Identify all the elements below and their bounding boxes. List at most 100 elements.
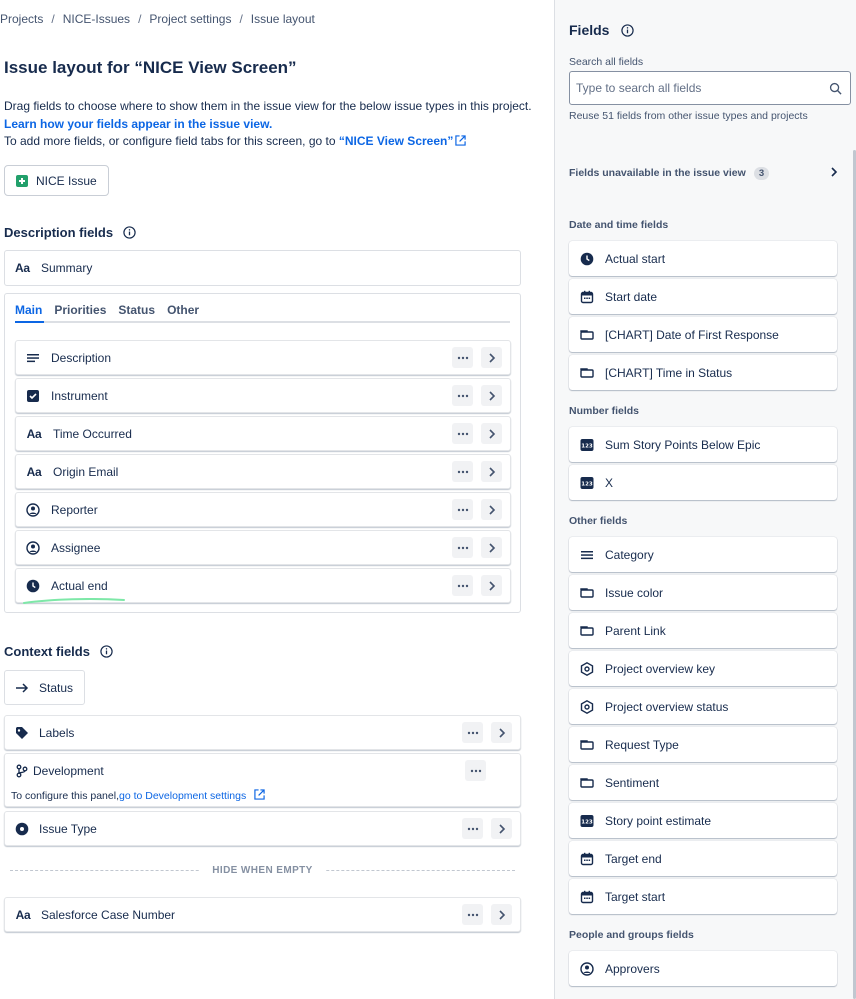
- side-field-parent-link[interactable]: Parent Link: [569, 613, 837, 648]
- more-actions-button[interactable]: [462, 722, 483, 743]
- side-field-target-end[interactable]: Target end: [569, 841, 837, 876]
- info-icon[interactable]: [100, 645, 113, 658]
- checkbox-icon: [26, 389, 40, 403]
- development-settings-link[interactable]: go to Development settings: [119, 790, 246, 802]
- more-actions-button[interactable]: [452, 347, 473, 368]
- number-icon: 123: [580, 438, 594, 452]
- field-row-label: Description: [51, 350, 112, 365]
- field-row-instrument[interactable]: Instrument: [15, 378, 511, 413]
- side-field-category[interactable]: Category: [569, 537, 837, 572]
- side-field-project-overview-key[interactable]: Project overview key: [569, 651, 837, 686]
- fields-sidebar: Fields Search all fields Reuse 51 fields…: [554, 0, 856, 999]
- calendar-icon: [580, 290, 594, 304]
- expand-button[interactable]: [481, 423, 502, 444]
- sidebar-heading: Fields: [569, 22, 635, 38]
- summary-field[interactable]: Aa Summary: [4, 250, 521, 286]
- field-row-label: Reporter: [51, 502, 98, 517]
- expand-button[interactable]: [481, 499, 502, 520]
- info-icon[interactable]: [621, 23, 635, 37]
- expand-button[interactable]: [481, 385, 502, 406]
- side-field-label: Issue color: [605, 585, 664, 600]
- more-actions-button[interactable]: [452, 499, 473, 520]
- field-row-labels[interactable]: Labels: [4, 715, 521, 750]
- side-field-approvers[interactable]: Approvers: [569, 951, 837, 986]
- side-field-actual-start[interactable]: Actual start: [569, 241, 837, 276]
- more-actions-button[interactable]: [465, 760, 486, 781]
- field-row-time-occurred[interactable]: Aa Time Occurred: [15, 416, 511, 451]
- user-icon: [26, 502, 40, 517]
- search-box: [569, 71, 851, 105]
- summary-label: Summary: [41, 261, 93, 275]
- more-actions-button[interactable]: [452, 461, 473, 482]
- tab-status[interactable]: Status: [118, 303, 155, 317]
- search-label: Search all fields: [569, 56, 644, 68]
- side-field-sentiment[interactable]: Sentiment: [569, 765, 837, 800]
- breadcrumb-projects[interactable]: Projects: [0, 12, 43, 26]
- expand-button[interactable]: [491, 818, 512, 839]
- field-row-assignee[interactable]: Assignee: [15, 530, 511, 565]
- field-row-salesforce[interactable]: Aa Salesforce Case Number: [4, 897, 521, 932]
- search-icon[interactable]: [829, 82, 842, 95]
- tab-underline: [15, 321, 510, 323]
- view-screen-link[interactable]: “NICE View Screen”: [339, 134, 454, 148]
- more-actions-button[interactable]: [462, 818, 483, 839]
- side-field-issue-color[interactable]: Issue color: [569, 575, 837, 610]
- side-field-story-point-estimate[interactable]: 123 Story point estimate: [569, 803, 837, 838]
- expand-button[interactable]: [481, 347, 502, 368]
- side-field-label: [CHART] Date of First Response: [605, 327, 779, 342]
- tab-other[interactable]: Other: [167, 303, 199, 317]
- expand-button[interactable]: [491, 904, 512, 925]
- side-field-label: Actual start: [605, 251, 666, 266]
- external-link-icon[interactable]: [254, 789, 265, 800]
- svg-text:123: 123: [581, 819, 593, 825]
- field-row-label: Assignee: [51, 540, 101, 555]
- side-field-x[interactable]: 123 X: [569, 465, 837, 500]
- expand-button[interactable]: [491, 722, 512, 743]
- learn-fields-link[interactable]: Learn how your fields appear in the issu…: [4, 117, 272, 131]
- more-actions-button[interactable]: [452, 575, 473, 596]
- side-field-label: X: [605, 475, 614, 490]
- development-note: To configure this panel,go to Developmen…: [11, 789, 265, 802]
- issue-type-button[interactable]: NICE Issue: [4, 165, 109, 196]
- field-row-development[interactable]: Development To configure this panel,go t…: [4, 753, 521, 807]
- more-actions-button[interactable]: [452, 537, 473, 558]
- expand-button[interactable]: [481, 461, 502, 482]
- hide-when-empty-divider: HIDE WHEN EMPTY: [10, 865, 515, 876]
- highlight-underline: [23, 598, 125, 604]
- tab-main[interactable]: Main: [15, 303, 42, 317]
- external-link-icon[interactable]: [455, 135, 467, 146]
- side-field-label: Category: [605, 547, 654, 562]
- chevron-right-icon: [498, 823, 505, 834]
- description-fields-title: Description fields: [4, 225, 114, 240]
- more-actions-button[interactable]: [462, 904, 483, 925]
- expand-button[interactable]: [481, 575, 502, 596]
- side-field-sum-story-points[interactable]: 123 Sum Story Points Below Epic: [569, 427, 837, 462]
- more-actions-button[interactable]: [452, 423, 473, 444]
- search-input[interactable]: [576, 81, 816, 95]
- status-field[interactable]: Status: [4, 670, 85, 705]
- breadcrumb-separator: /: [239, 12, 243, 26]
- field-row-issue-type[interactable]: Issue Type: [4, 811, 521, 846]
- field-row-description[interactable]: Description: [15, 340, 511, 375]
- info-icon[interactable]: [123, 226, 136, 239]
- side-field-project-overview-status[interactable]: Project overview status: [569, 689, 837, 724]
- side-field-start-date[interactable]: Start date: [569, 279, 837, 314]
- field-row-reporter[interactable]: Reporter: [15, 492, 511, 527]
- side-field-label: Parent Link: [605, 623, 666, 638]
- hide-when-empty-label: HIDE WHEN EMPTY: [200, 865, 325, 876]
- side-field-chart-time-in-status[interactable]: [CHART] Time in Status: [569, 355, 837, 390]
- fields-unavailable-toggle[interactable]: Fields unavailable in the issue view 3: [569, 160, 839, 186]
- breadcrumb-project-settings[interactable]: Project settings: [149, 12, 231, 26]
- side-field-target-start[interactable]: Target start: [569, 879, 837, 914]
- side-field-request-type[interactable]: Request Type: [569, 727, 837, 762]
- chevron-right-icon: [498, 727, 505, 738]
- more-actions-button[interactable]: [452, 385, 473, 406]
- field-row-origin-email[interactable]: Aa Origin Email: [15, 454, 511, 489]
- chevron-right-icon: [498, 909, 505, 920]
- tab-priorities[interactable]: Priorities: [54, 303, 106, 317]
- more-icon: [457, 470, 468, 473]
- breadcrumb-project[interactable]: NICE-Issues: [63, 12, 130, 26]
- expand-button[interactable]: [481, 537, 502, 558]
- side-field-chart-date-first-response[interactable]: [CHART] Date of First Response: [569, 317, 837, 352]
- chevron-right-icon: [488, 428, 495, 439]
